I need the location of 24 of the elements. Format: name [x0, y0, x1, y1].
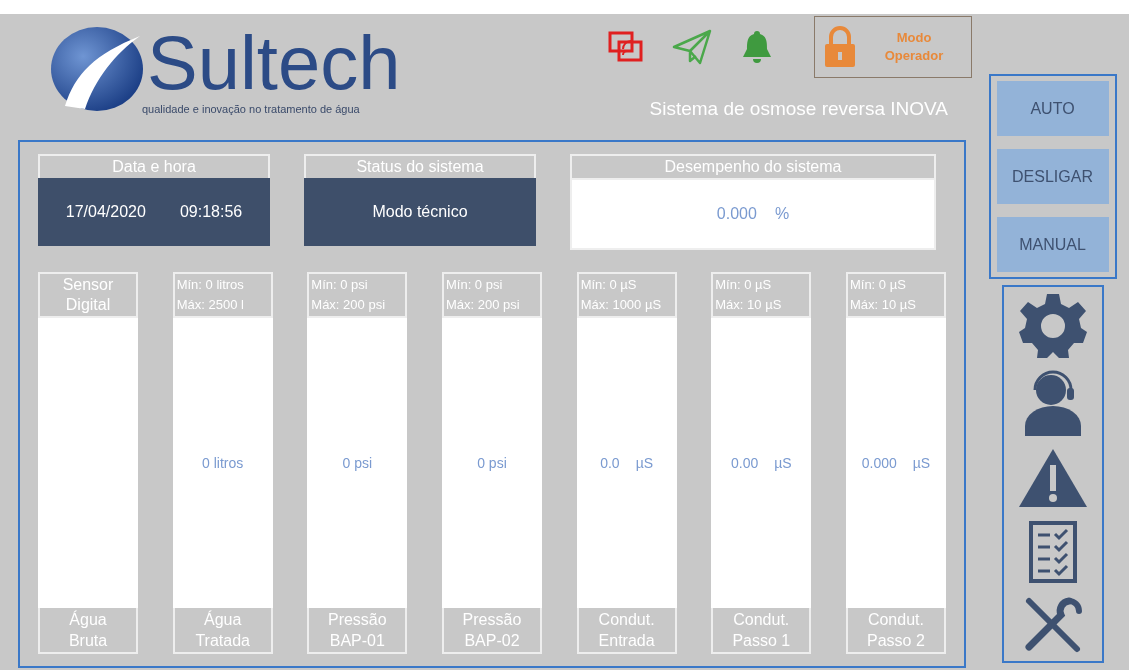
sensor-value: 0.0	[600, 455, 620, 471]
display-text: Modo técnico	[372, 203, 468, 221]
mode-button[interactable]: AUTO	[996, 81, 1109, 136]
mode-button[interactable]: DESLIGAR	[996, 149, 1109, 204]
display-text: %	[774, 205, 790, 223]
sensor-value: 0 psi	[477, 455, 507, 471]
unit-label: µS	[774, 455, 792, 471]
support-agent-icon[interactable]	[1022, 369, 1083, 436]
brand-name: Sultech	[147, 23, 401, 103]
display-text: 0.000	[716, 205, 757, 223]
display-text: 09:18:56	[179, 203, 243, 221]
checklist-icon[interactable]	[1027, 520, 1078, 585]
sensor-value: 0 psi	[342, 455, 373, 471]
unit-label: µS	[912, 455, 931, 471]
unit-label: µS	[635, 455, 654, 471]
sensor-value: 0.00	[730, 455, 759, 471]
wireless-screen-icon[interactable]	[608, 31, 644, 63]
mode-button[interactable]: MANUAL	[996, 217, 1109, 272]
lock-icon	[823, 26, 857, 68]
tagline: qualidade e inovação no tratamento de água	[142, 103, 361, 115]
display-text: 17/04/2020	[65, 203, 146, 221]
sensor-value: 0.000	[861, 455, 897, 471]
settings-icon[interactable]	[1017, 292, 1088, 359]
sensor-value: 0 litros	[202, 455, 244, 471]
